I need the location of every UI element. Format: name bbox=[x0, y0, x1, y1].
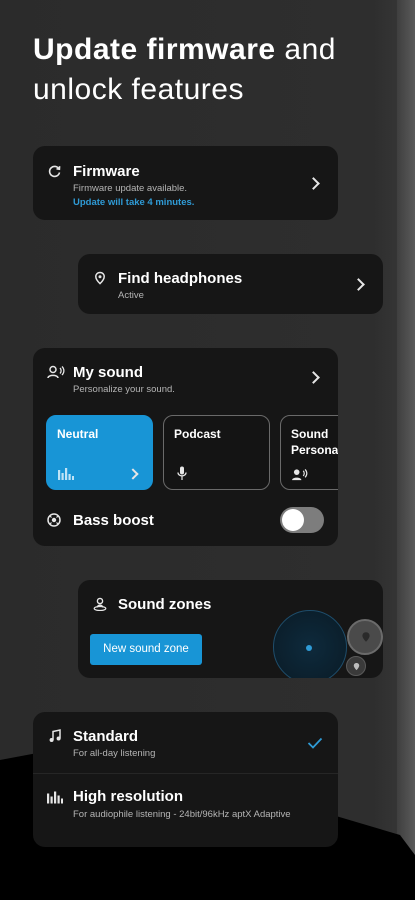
my-sound-card: My sound Personalize your sound. Neutral… bbox=[33, 348, 338, 546]
preset-sound-personal[interactable]: Sound Personal bbox=[280, 415, 338, 490]
headline: Update firmware and unlock features bbox=[33, 30, 393, 110]
bass-boost-toggle[interactable] bbox=[280, 507, 324, 533]
location-pin-icon bbox=[353, 662, 360, 671]
location-pin-icon bbox=[95, 271, 105, 285]
firmware-note: Update will take 4 minutes. bbox=[73, 197, 195, 208]
my-sound-title: My sound bbox=[73, 364, 143, 381]
music-note-icon bbox=[49, 729, 61, 742]
chevron-right-icon bbox=[352, 278, 365, 291]
quality-option-high-resolution[interactable]: High resolution For audiophile listening… bbox=[33, 774, 338, 847]
headline-line2: unlock features bbox=[33, 73, 244, 106]
new-sound-zone-button[interactable]: New sound zone bbox=[90, 634, 202, 665]
bass-speaker-icon bbox=[47, 513, 61, 527]
chevron-right-icon bbox=[307, 371, 320, 384]
headline-bold: Update firmware bbox=[33, 33, 276, 66]
person-sound-icon bbox=[292, 468, 308, 481]
sound-zones-card: Sound zones New sound zone bbox=[78, 580, 383, 678]
location-pin-icon bbox=[362, 632, 370, 642]
preset-label: Neutral bbox=[57, 427, 99, 441]
find-headphones-title: Find headphones bbox=[118, 270, 243, 287]
standard-subtitle: For all-day listening bbox=[73, 748, 156, 759]
firmware-card[interactable]: Firmware Firmware update available. Upda… bbox=[33, 146, 338, 220]
person-sound-icon bbox=[47, 365, 65, 379]
checkmark-icon bbox=[307, 737, 323, 749]
find-headphones-status: Active bbox=[118, 290, 144, 301]
current-location-dot bbox=[306, 645, 312, 651]
bass-boost-label: Bass boost bbox=[73, 512, 154, 529]
chevron-right-icon bbox=[127, 468, 139, 480]
high-resolution-title: High resolution bbox=[73, 788, 183, 805]
equalizer-icon bbox=[58, 468, 74, 480]
zone-pin-marker[interactable] bbox=[347, 619, 383, 655]
preset-label: Sound Personal bbox=[291, 427, 338, 457]
sound-zones-title: Sound zones bbox=[118, 596, 212, 613]
quality-option-standard[interactable]: Standard For all-day listening bbox=[33, 712, 338, 773]
zone-pin-marker-small[interactable] bbox=[346, 656, 366, 676]
person-zone-icon bbox=[93, 597, 107, 611]
preset-podcast[interactable]: Podcast bbox=[163, 415, 270, 490]
my-sound-header[interactable]: My sound Personalize your sound. bbox=[33, 348, 338, 406]
zone-map-circle bbox=[273, 610, 347, 678]
hi-res-equalizer-icon bbox=[47, 791, 63, 804]
headline-rest: and bbox=[275, 33, 336, 66]
my-sound-subtitle: Personalize your sound. bbox=[73, 384, 175, 395]
background-edge bbox=[397, 0, 415, 900]
preset-label: Podcast bbox=[174, 427, 221, 441]
high-resolution-subtitle: For audiophile listening - 24bit/96kHz a… bbox=[73, 809, 291, 820]
firmware-subtitle: Firmware update available. bbox=[73, 183, 188, 194]
microphone-icon bbox=[177, 466, 187, 480]
quality-card: Standard For all-day listening High reso… bbox=[33, 712, 338, 847]
firmware-title: Firmware bbox=[73, 163, 140, 180]
standard-title: Standard bbox=[73, 728, 139, 745]
preset-neutral[interactable]: Neutral bbox=[46, 415, 153, 490]
toggle-knob bbox=[282, 509, 304, 531]
refresh-icon bbox=[48, 165, 61, 178]
find-headphones-card[interactable]: Find headphones Active bbox=[78, 254, 383, 314]
chevron-right-icon bbox=[307, 177, 320, 190]
